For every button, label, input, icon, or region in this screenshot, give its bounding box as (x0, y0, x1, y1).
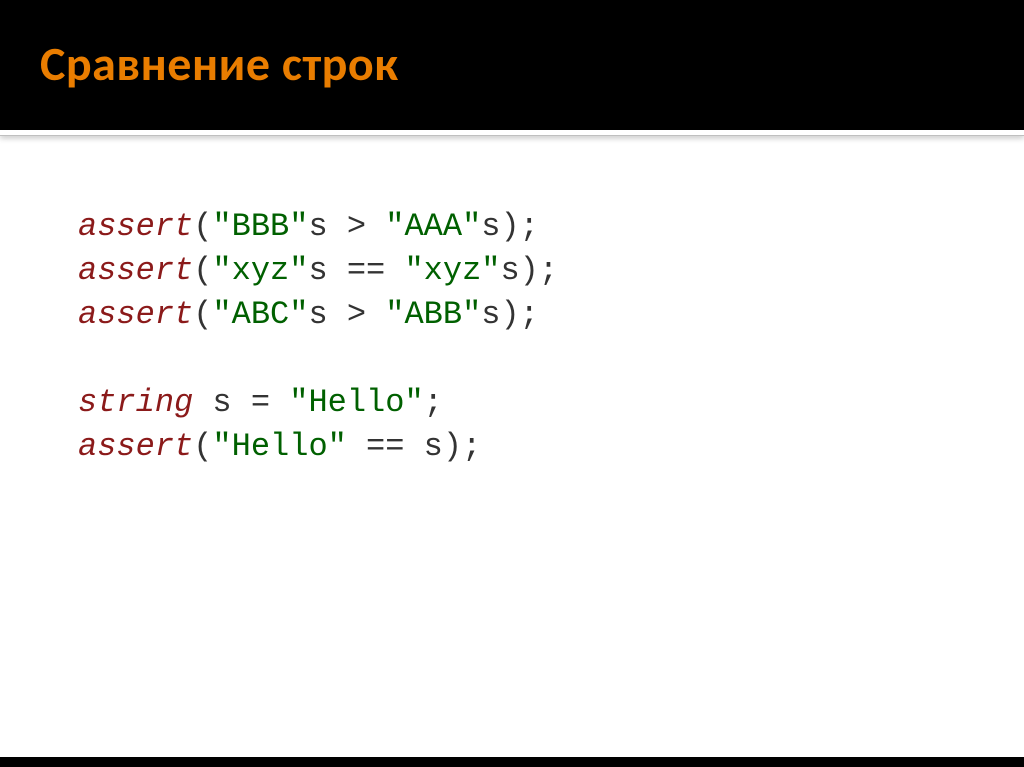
code-token: s > (308, 296, 385, 333)
code-token: ( (193, 428, 212, 465)
code-token: assert (78, 208, 193, 245)
code-token: ( (193, 208, 212, 245)
code-line: assert("Hello" == s); (78, 425, 1024, 469)
code-token: "Hello" (212, 428, 346, 465)
slide: Сравнение строк assert("BBB"s > "AAA"s);… (0, 0, 1024, 767)
code-line: assert("BBB"s > "AAA"s); (78, 205, 1024, 249)
code-token: "ABB" (385, 296, 481, 333)
code-token: "xyz" (404, 252, 500, 289)
code-token: s); (481, 208, 539, 245)
code-token: s > (308, 208, 385, 245)
code-token: assert (78, 428, 193, 465)
code-token: "AAA" (385, 208, 481, 245)
code-token: "BBB" (212, 208, 308, 245)
code-token: s = (193, 384, 289, 421)
header: Сравнение строк (0, 0, 1024, 130)
code-line (78, 337, 1024, 381)
code-token: ; (424, 384, 443, 421)
code-token: ( (193, 252, 212, 289)
code-token: "Hello" (289, 384, 423, 421)
code-token: "ABC" (212, 296, 308, 333)
code-block: assert("BBB"s > "AAA"s);assert("xyz"s ==… (78, 205, 1024, 469)
content-area: assert("BBB"s > "AAA"s);assert("xyz"s ==… (0, 135, 1024, 754)
code-token: assert (78, 252, 193, 289)
code-token: s == (308, 252, 404, 289)
code-token: ( (193, 296, 212, 333)
footer-divider (0, 754, 1024, 767)
code-token: s); (481, 296, 539, 333)
code-token: string (78, 384, 193, 421)
code-token: assert (78, 296, 193, 333)
code-token: == s); (347, 428, 481, 465)
code-token: s); (500, 252, 558, 289)
code-line: assert("xyz"s == "xyz"s); (78, 249, 1024, 293)
header-divider (0, 130, 1024, 135)
code-token: "xyz" (212, 252, 308, 289)
code-line: assert("ABC"s > "ABB"s); (78, 293, 1024, 337)
slide-title: Сравнение строк (40, 34, 1024, 93)
code-line: string s = "Hello"; (78, 381, 1024, 425)
